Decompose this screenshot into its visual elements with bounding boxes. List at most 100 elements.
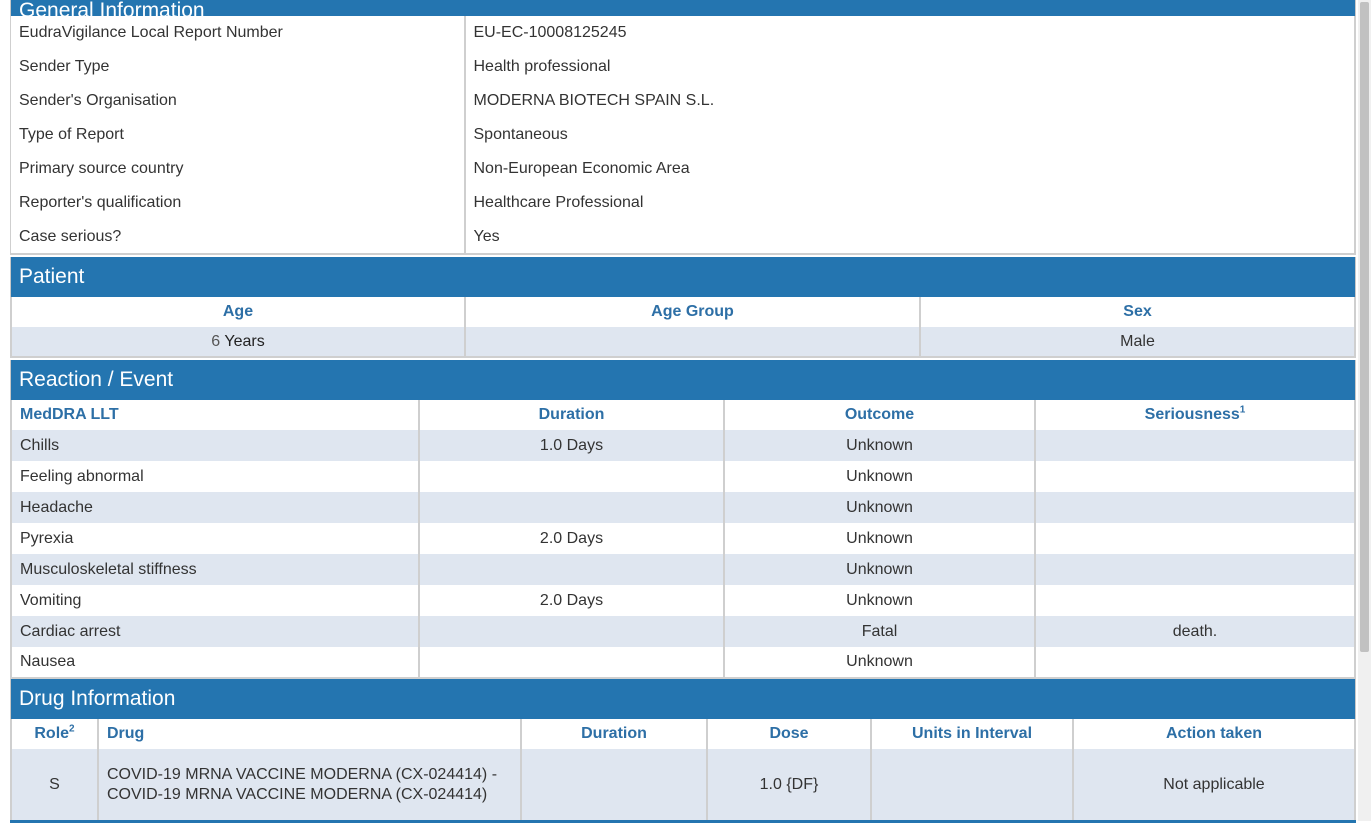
patient-header: Patient [10,257,1356,297]
general-info-value: Non-European Economic Area [463,152,1356,186]
seriousness-column-header: Seriousness1 [1034,400,1356,430]
reaction-seriousness [1034,647,1356,678]
reaction-row: Nausea Unknown [10,647,1356,678]
reaction-seriousness [1034,492,1356,523]
general-info-row: Sender's Organisation MODERNA BIOTECH SPA… [10,84,1356,118]
reaction-row: Headache Unknown [10,492,1356,523]
general-info-value: Spontaneous [463,118,1356,152]
general-info-value: Healthcare Professional [463,186,1356,220]
reaction-duration: 2.0 Days [418,523,725,554]
reaction-llt: Cardiac arrest [10,616,420,647]
general-info-value: MODERNA BIOTECH SPAIN S.L. [463,84,1356,118]
reaction-seriousness [1034,523,1356,554]
drug-duration [520,749,708,820]
drug-name: COVID-19 MRNA VACCINE MODERNA (CX-024414… [97,749,522,820]
reaction-seriousness [1034,461,1356,492]
drug-role: S [10,749,99,820]
general-info-value: Health professional [463,50,1356,84]
reaction-outcome: Fatal [723,616,1036,647]
dose-column-header: Dose [706,719,872,749]
patient-sex: Male [919,327,1356,357]
reaction-duration: 2.0 Days [418,585,725,616]
reaction-duration [418,616,725,647]
drug-action-taken: Not applicable [1072,749,1356,820]
reaction-event-title: Reaction / Event [19,368,174,391]
general-info-value: Yes [463,220,1356,254]
general-information-header: General Information [10,0,1356,16]
general-info-label: Sender's Organisation [10,84,466,118]
action-taken-column-header: Action taken [1072,719,1356,749]
patient-age-unit: Years [220,332,265,350]
reaction-row: Chills 1.0 Days Unknown [10,430,1356,461]
general-info-label: Sender Type [10,50,466,84]
sex-column-header: Sex [919,297,1356,327]
general-info-label: Primary source country [10,152,466,186]
reaction-event-table: MedDRA LLT Duration Outcome Seriousness1… [10,400,1356,679]
drug-information-header: Drug Information [10,679,1356,719]
reaction-outcome: Unknown [723,554,1036,585]
patient-age-group [464,327,921,357]
reaction-row: Vomiting 2.0 Days Unknown [10,585,1356,616]
drug-row: S COVID-19 MRNA VACCINE MODERNA (CX-02441… [10,749,1356,820]
general-information-title: General Information [19,0,205,16]
reaction-seriousness [1034,585,1356,616]
reaction-event-header: Reaction / Event [10,360,1356,400]
drug-information-title: Drug Information [19,687,176,710]
reaction-llt: Vomiting [10,585,420,616]
general-info-row: Primary source country Non-European Econo… [10,152,1356,186]
general-info-label: Reporter's qualification [10,186,466,220]
reaction-llt: Nausea [10,647,420,678]
general-info-label: Type of Report [10,118,466,152]
general-information-table: EudraVigilance Local Report Number EU-EC-… [10,16,1356,255]
drug-units-in-interval [870,749,1074,820]
reaction-row: Musculoskeletal stiffness Unknown [10,554,1356,585]
general-info-row: Type of Report Spontaneous [10,118,1356,152]
reaction-llt: Pyrexia [10,523,420,554]
reaction-seriousness: death. [1034,616,1356,647]
reaction-seriousness [1034,554,1356,585]
reaction-outcome: Unknown [723,492,1036,523]
role-column-header: Role2 [10,719,99,749]
drug-information-table: Role2 Drug Duration Dose Units in Interv… [10,719,1356,820]
drug-column-header: Drug [97,719,522,749]
general-info-row: Sender Type Health professional [10,50,1356,84]
reaction-duration: 1.0 Days [418,430,725,461]
scrollbar-thumb[interactable] [1360,2,1369,652]
outcome-column-header: Outcome [723,400,1036,430]
reaction-row: Pyrexia 2.0 Days Unknown [10,523,1356,554]
duration-column-header: Duration [418,400,725,430]
patient-table: Age Age Group Sex 6 Years Male [10,297,1356,358]
general-info-row: Reporter's qualification Healthcare Profe… [10,186,1356,220]
reaction-llt: Feeling abnormal [10,461,420,492]
reaction-llt: Musculoskeletal stiffness [10,554,420,585]
role-footnote-marker: 2 [69,723,75,735]
patient-title: Patient [19,265,85,288]
reaction-row: Cardiac arrest Fatal death. [10,616,1356,647]
age-group-column-header: Age Group [464,297,921,327]
role-header-label: Role [34,725,70,742]
patient-age-value: 6 [211,332,221,350]
reaction-outcome: Unknown [723,430,1036,461]
general-info-label: EudraVigilance Local Report Number [10,16,466,50]
drug-dose: 1.0 {DF} [706,749,872,820]
patient-age: 6 Years [10,327,466,357]
seriousness-header-label: Seriousness [1144,406,1240,423]
reaction-llt: Headache [10,492,420,523]
reaction-duration [418,647,725,678]
reaction-outcome: Unknown [723,523,1036,554]
seriousness-footnote-marker: 1 [1239,404,1246,416]
reaction-duration [418,492,725,523]
units-in-interval-column-header: Units in Interval [870,719,1074,749]
reaction-outcome: Unknown [723,585,1036,616]
age-column-header: Age [10,297,466,327]
report-container: General Information EudraVigilance Local… [10,0,1356,823]
meddra-llt-column-header: MedDRA LLT [10,400,420,430]
reaction-outcome: Unknown [723,647,1036,678]
general-info-value: EU-EC-10008125245 [463,16,1356,50]
reaction-duration [418,461,725,492]
vertical-scrollbar[interactable] [1358,0,1371,821]
reaction-llt: Chills [10,430,420,461]
general-info-label: Case serious? [10,220,466,254]
general-info-row: EudraVigilance Local Report Number EU-EC-… [10,16,1356,50]
general-info-row: Case serious? Yes [10,220,1356,254]
